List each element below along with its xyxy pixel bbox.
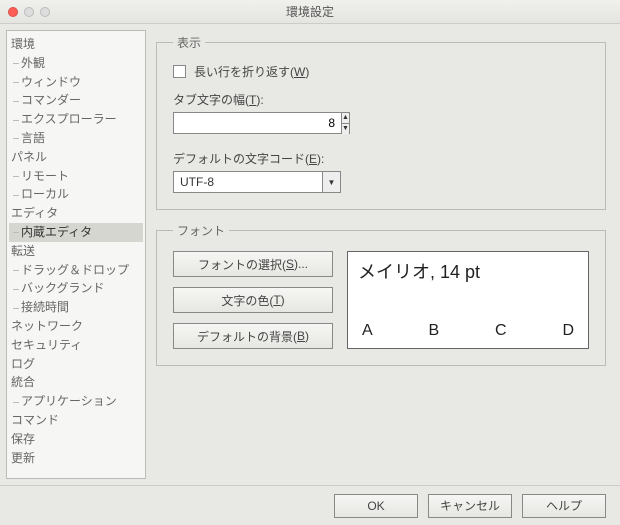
display-group: 表示 長い行を折り返す(W) タブ文字の幅(T): ▲ ▼ [156,34,606,210]
encoding-label: デフォルトの文字コード(E): [173,150,589,167]
tree-item[interactable]: コマンド [9,411,143,430]
tree-item[interactable]: セキュリティ [9,336,143,355]
font-select-button[interactable]: フォントの選択(S)... [173,251,333,277]
tree-item[interactable]: ローカル [9,185,143,204]
tab-width-stepper[interactable]: ▲ ▼ [173,112,341,134]
spin-down-icon[interactable]: ▼ [342,124,349,134]
tree-item[interactable]: 接続時間 [9,298,143,317]
dialog-footer: OK キャンセル ヘルプ [0,485,620,525]
tree-item[interactable]: ドラッグ＆ドロップ [9,261,143,280]
tree-item[interactable]: エディタ [9,204,143,223]
tree-item[interactable]: ログ [9,355,143,374]
tree-item[interactable]: アプリケーション [9,392,143,411]
tree-item[interactable]: コマンダー [9,91,143,110]
tree-item[interactable]: 保存 [9,430,143,449]
category-tree[interactable]: 環境外観ウィンドウコマンダーエクスプローラー言語パネルリモートローカルエディタ内… [6,30,146,479]
help-button[interactable]: ヘルプ [522,494,606,518]
tab-width-input[interactable] [173,112,342,134]
tree-item[interactable]: ウィンドウ [9,73,143,92]
sample-char: B [429,322,440,340]
encoding-select[interactable]: UTF-8 ▼ [173,171,341,193]
tree-item[interactable]: 言語 [9,129,143,148]
font-preview-name: メイリオ, 14 pt [358,258,578,284]
tree-item[interactable]: ネットワーク [9,317,143,336]
wrap-lines-label: 長い行を折り返す(W) [194,63,309,80]
tree-item[interactable]: 外観 [9,54,143,73]
display-legend: 表示 [173,34,205,51]
sample-char: A [362,322,373,340]
font-preview-sample: A B C D [358,322,578,342]
tree-item[interactable]: 更新 [9,449,143,468]
checkbox-icon [173,65,186,78]
encoding-value: UTF-8 [174,172,322,192]
tree-item[interactable]: リモート [9,167,143,186]
tree-item[interactable]: エクスプローラー [9,110,143,129]
tab-width-label: タブ文字の幅(T): [173,91,589,108]
spin-up-icon[interactable]: ▲ [342,113,349,124]
tree-item[interactable]: パネル [9,148,143,167]
sample-char: D [562,322,574,340]
text-color-button[interactable]: 文字の色(T) [173,287,333,313]
cancel-button[interactable]: キャンセル [428,494,512,518]
tree-item[interactable]: バックグランド [9,279,143,298]
font-legend: フォント [173,222,229,239]
ok-button[interactable]: OK [334,494,418,518]
wrap-lines-checkbox[interactable]: 長い行を折り返す(W) [173,63,309,80]
default-background-button[interactable]: デフォルトの背景(B) [173,323,333,349]
tree-item[interactable]: 内蔵エディタ [9,223,143,242]
sample-char: C [495,322,507,340]
tree-item[interactable]: 統合 [9,373,143,392]
window-title: 環境設定 [0,3,620,20]
font-group: フォント フォントの選択(S)... 文字の色(T) デフォルトの背景(B) メ… [156,222,606,366]
titlebar: 環境設定 [0,0,620,24]
tree-item[interactable]: 転送 [9,242,143,261]
font-preview: メイリオ, 14 pt A B C D [347,251,589,349]
chevron-down-icon: ▼ [322,172,340,192]
tree-item[interactable]: 環境 [9,35,143,54]
